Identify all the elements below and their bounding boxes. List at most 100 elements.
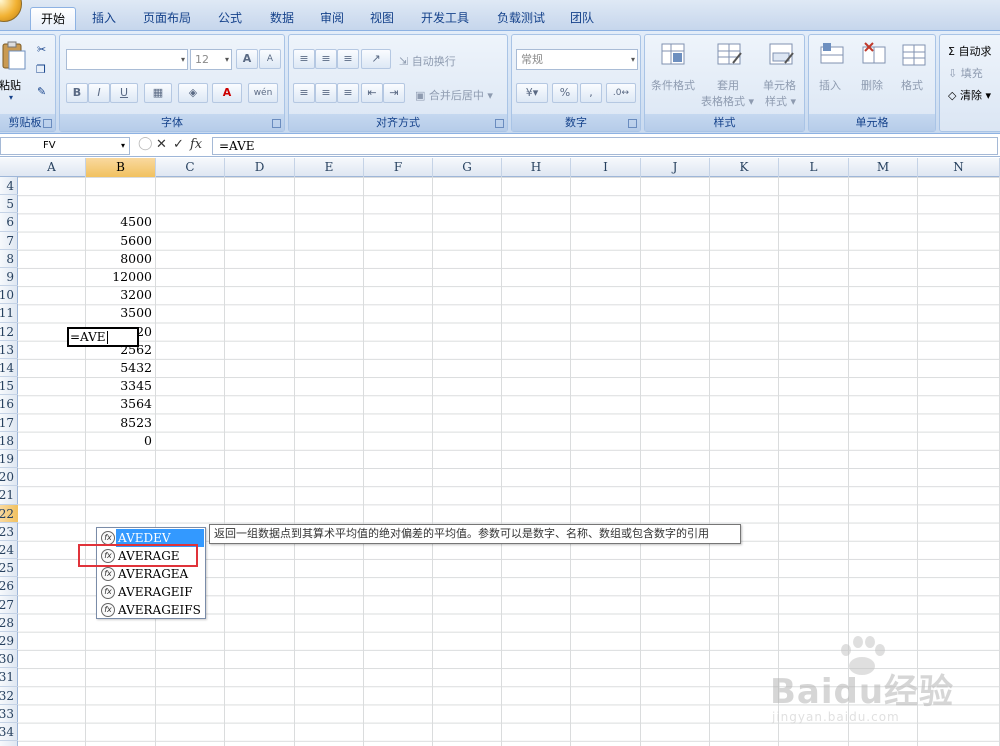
align-bottom-icon[interactable]: ≡: [337, 49, 359, 69]
comma-button[interactable]: ,: [580, 83, 602, 103]
column-header-m[interactable]: M: [849, 158, 918, 177]
row-header-28[interactable]: 28: [0, 614, 18, 632]
fill-button[interactable]: ⇩ 填充: [948, 65, 983, 81]
row-header-25[interactable]: 25: [0, 559, 18, 578]
tab-load-test[interactable]: 负载测试: [490, 7, 552, 30]
cell-b8[interactable]: 8000: [86, 250, 156, 268]
tab-team[interactable]: 团队: [562, 7, 602, 30]
bold-button[interactable]: B: [66, 83, 88, 103]
row-header-22[interactable]: 22: [0, 504, 18, 523]
cell-b17[interactable]: 8523: [86, 414, 156, 432]
column-header-n[interactable]: N: [918, 158, 1000, 177]
row-header-34[interactable]: 34: [0, 723, 18, 742]
paste-button[interactable]: 粘贴: [0, 77, 21, 93]
align-left-icon[interactable]: ≡: [293, 83, 315, 103]
row-header-8[interactable]: 8: [0, 250, 18, 268]
conditional-format-button[interactable]: 条件格式: [651, 77, 695, 93]
office-button[interactable]: [0, 0, 22, 22]
row-header-29[interactable]: 29: [0, 632, 18, 651]
column-header-b[interactable]: B: [86, 158, 156, 177]
tab-view[interactable]: 视图: [362, 7, 402, 30]
column-header-h[interactable]: H: [502, 158, 571, 177]
cell-b7[interactable]: 5600: [86, 232, 156, 250]
orientation-icon[interactable]: ↗: [361, 49, 391, 69]
expand-icon[interactable]: ◯: [138, 136, 153, 151]
column-header-c[interactable]: C: [156, 158, 225, 177]
percent-button[interactable]: %: [552, 83, 578, 103]
row-header-4[interactable]: 4: [0, 177, 18, 196]
row-header-14[interactable]: 14: [0, 359, 18, 378]
cell-b18[interactable]: 0: [86, 432, 156, 450]
font-color-button[interactable]: A: [212, 83, 242, 103]
column-header-j[interactable]: J: [641, 158, 710, 177]
increase-indent-icon[interactable]: ⇥: [383, 83, 405, 103]
row-header-17[interactable]: 17: [0, 414, 18, 432]
row-header-24[interactable]: 24: [0, 541, 18, 560]
column-header-i[interactable]: I: [571, 158, 641, 177]
paste-dropdown-icon[interactable]: ▾: [9, 93, 13, 102]
copy-icon[interactable]: ❐: [36, 63, 46, 76]
row-header-33[interactable]: 33: [0, 705, 18, 723]
font-launcher-icon[interactable]: [272, 119, 281, 128]
column-header-g[interactable]: G: [433, 158, 502, 177]
tab-formulas[interactable]: 公式: [210, 7, 250, 30]
alignment-launcher-icon[interactable]: [495, 119, 504, 128]
cell-b9[interactable]: 12000: [86, 268, 156, 286]
format-painter-icon[interactable]: ✎: [37, 85, 46, 98]
row-header-23[interactable]: 23: [0, 523, 18, 541]
merge-center-button[interactable]: ▣ 合并后居中 ▾: [415, 87, 493, 103]
row-header-21[interactable]: 21: [0, 486, 18, 505]
currency-icon[interactable]: ¥▾: [516, 83, 548, 103]
row-header-31[interactable]: 31: [0, 668, 18, 687]
column-header-l[interactable]: L: [779, 158, 849, 177]
row-header-19[interactable]: 19: [0, 450, 18, 469]
align-center-icon[interactable]: ≡: [315, 83, 337, 103]
italic-button[interactable]: I: [88, 83, 110, 103]
column-header-a[interactable]: A: [18, 158, 86, 177]
row-header-12[interactable]: 12: [0, 323, 18, 341]
column-header-d[interactable]: D: [225, 158, 295, 177]
cell-b14[interactable]: 5432: [86, 359, 156, 377]
column-header-e[interactable]: E: [295, 158, 364, 177]
row-header-16[interactable]: 16: [0, 395, 18, 414]
tab-developer[interactable]: 开发工具: [414, 7, 476, 30]
autosum-button[interactable]: Σ 自动求: [948, 43, 991, 59]
cell-b16[interactable]: 3564: [86, 395, 156, 413]
cell-b6[interactable]: 4500: [86, 213, 156, 231]
row-header-5[interactable]: 5: [0, 195, 18, 214]
insert-cells-button[interactable]: 插入: [819, 77, 841, 93]
cell-b10[interactable]: 3200: [86, 286, 156, 304]
delete-cells-button[interactable]: 删除: [861, 77, 883, 93]
decrease-indent-icon[interactable]: ⇤: [361, 83, 383, 103]
column-header-k[interactable]: K: [710, 158, 779, 177]
shrink-font-button[interactable]: A: [259, 49, 281, 69]
cell-styles-button[interactable]: 样式 ▾: [765, 93, 796, 109]
number-format-combo[interactable]: 常规 ▾: [516, 49, 638, 70]
underline-button[interactable]: U: [110, 83, 138, 103]
clear-button[interactable]: ◇ 清除 ▾: [948, 87, 991, 103]
column-header-f[interactable]: F: [364, 158, 433, 177]
row-header-9[interactable]: 9: [0, 268, 18, 287]
active-cell-b22[interactable]: =AVE: [67, 327, 139, 347]
align-middle-icon[interactable]: ≡: [315, 49, 337, 69]
grow-font-button[interactable]: A: [236, 49, 258, 69]
align-right-icon[interactable]: ≡: [337, 83, 359, 103]
number-launcher-icon[interactable]: [628, 119, 637, 128]
align-top-icon[interactable]: ≡: [293, 49, 315, 69]
border-icon[interactable]: ▦: [144, 83, 172, 103]
fill-color-icon[interactable]: ◈: [178, 83, 208, 103]
table-format-button[interactable]: 表格格式 ▾: [701, 93, 754, 109]
row-header-20[interactable]: 20: [0, 468, 18, 487]
tab-home[interactable]: 开始: [30, 7, 76, 30]
tab-data[interactable]: 数据: [262, 7, 302, 30]
cut-icon[interactable]: ✂: [37, 43, 46, 56]
row-header-11[interactable]: 11: [0, 304, 18, 323]
format-cells-button[interactable]: 格式: [901, 77, 923, 93]
row-header-27[interactable]: 27: [0, 596, 18, 614]
tab-insert[interactable]: 插入: [84, 7, 124, 30]
wrap-text-button[interactable]: ⇲ 自动换行: [399, 53, 456, 69]
tab-page-layout[interactable]: 页面布局: [136, 7, 198, 30]
row-header-7[interactable]: 7: [0, 232, 18, 250]
row-header-32[interactable]: 32: [0, 687, 18, 705]
name-box[interactable]: FV ▾: [0, 137, 130, 155]
